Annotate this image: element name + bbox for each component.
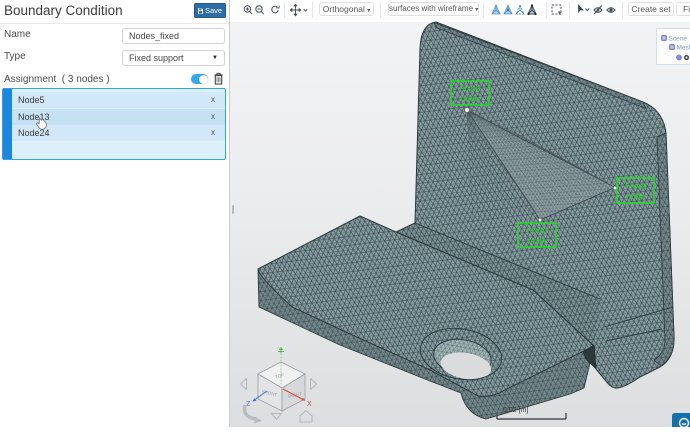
svg-text:Fixed: Fixed	[460, 83, 481, 93]
svg-text:node: node	[461, 94, 480, 104]
svg-text:X: X	[307, 401, 312, 408]
svg-text:Mesh3: Mesh3	[677, 44, 690, 51]
svg-text:Z: Z	[246, 401, 251, 408]
svg-text:node: node	[626, 191, 645, 201]
svg-text:Scene: Scene	[669, 35, 688, 42]
svg-text:Fixed: Fixed	[527, 225, 548, 235]
svg-text:Fixed: Fixed	[625, 181, 646, 191]
svg-text:node: node	[528, 236, 547, 246]
